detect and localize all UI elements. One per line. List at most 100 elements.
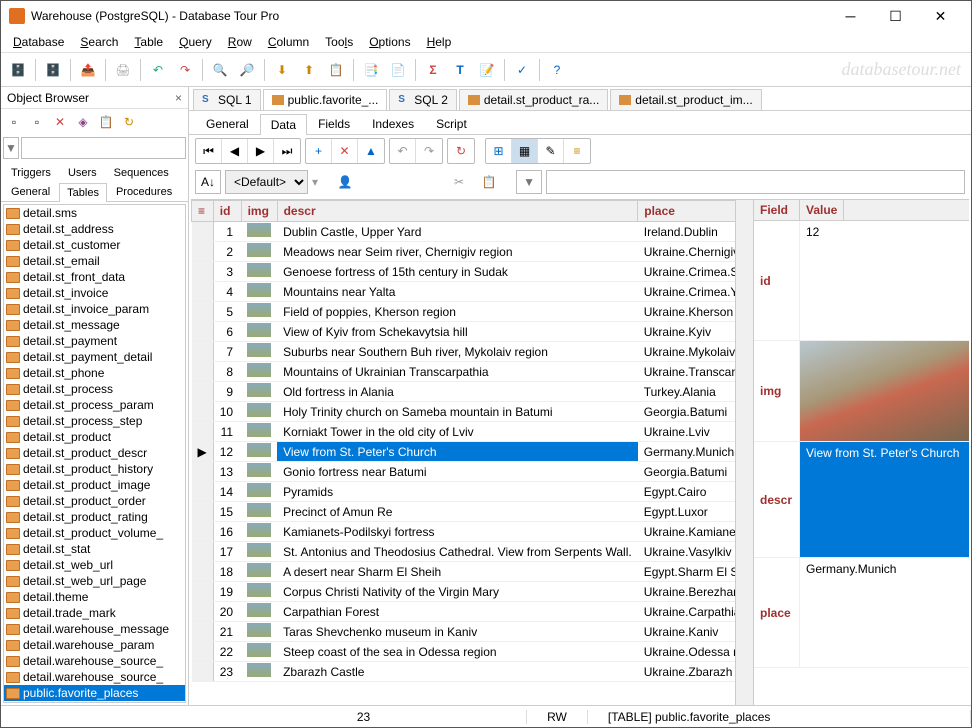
cube-icon[interactable]: ◈ bbox=[72, 111, 94, 133]
menu-query[interactable]: Query bbox=[171, 33, 220, 51]
doc-tab[interactable]: detail.st_product_ra... bbox=[459, 89, 608, 110]
cell-img[interactable] bbox=[241, 342, 277, 362]
cell-id[interactable]: 20 bbox=[213, 602, 241, 622]
cell-id[interactable]: 17 bbox=[213, 542, 241, 562]
object-list-item[interactable]: detail.st_email bbox=[4, 253, 185, 269]
doc-tab[interactable]: SSQL 1 bbox=[193, 89, 261, 110]
cell-img[interactable] bbox=[241, 242, 277, 262]
import-icon[interactable]: ⬇ bbox=[269, 57, 295, 83]
object-list-item[interactable]: detail.st_phone bbox=[4, 365, 185, 381]
page-tab-general[interactable]: General bbox=[195, 113, 260, 134]
cell-descr[interactable]: Kamianets-Podilskyi fortress bbox=[277, 522, 638, 542]
tab-users[interactable]: Users bbox=[60, 163, 105, 182]
check-icon[interactable]: ✓ bbox=[509, 57, 535, 83]
grid-view3-icon[interactable]: ✎ bbox=[538, 139, 564, 163]
print-icon[interactable]: 🖨 bbox=[110, 57, 136, 83]
menu-options[interactable]: Options bbox=[361, 33, 418, 51]
new-object2-icon[interactable]: ▫ bbox=[26, 111, 48, 133]
filter-icon[interactable]: ▼ bbox=[3, 137, 19, 159]
cell-img[interactable] bbox=[241, 262, 277, 282]
doc-tab[interactable]: public.favorite_... bbox=[263, 89, 388, 111]
table-row[interactable]: 8Mountains of Ukrainian TranscarpathiaUk… bbox=[192, 362, 736, 382]
cell-descr[interactable]: Precinct of Amun Re bbox=[277, 502, 638, 522]
cell-place[interactable]: Ukraine.Odessa region bbox=[638, 642, 735, 662]
cell-descr[interactable]: Old fortress in Alania bbox=[277, 382, 638, 402]
cell-descr[interactable]: Pyramids bbox=[277, 482, 638, 502]
object-list-item[interactable]: detail.warehouse_message bbox=[4, 621, 185, 637]
object-list-item[interactable]: detail.warehouse_source_ bbox=[4, 669, 185, 685]
tab-general[interactable]: General bbox=[3, 182, 58, 201]
cell-img[interactable] bbox=[241, 662, 277, 682]
table-row[interactable]: 17 St. Antonius and Theodosius Cathedral.… bbox=[192, 542, 736, 562]
menu-help[interactable]: Help bbox=[419, 33, 460, 51]
cell-descr[interactable]: Mountains of Ukrainian Transcarpathia bbox=[277, 362, 638, 382]
table-row[interactable]: 1Dublin Castle, Upper YardIreland.Dublin bbox=[192, 222, 736, 242]
table-row[interactable]: 6View of Kyiv from Schekavytsia hillUkra… bbox=[192, 322, 736, 342]
copy-object-icon[interactable]: 📋 bbox=[95, 111, 117, 133]
cell-img[interactable] bbox=[241, 482, 277, 502]
object-list-item[interactable]: detail.warehouse_param bbox=[4, 637, 185, 653]
clone-icon[interactable]: 📄 bbox=[385, 57, 411, 83]
cell-place[interactable]: Ukraine.Carpathians bbox=[638, 602, 735, 622]
cell-place[interactable]: Ukraine.Mykolaiv bbox=[638, 342, 735, 362]
col-img[interactable]: img bbox=[241, 201, 277, 222]
cell-id[interactable]: 4 bbox=[213, 282, 241, 302]
object-list-item[interactable]: detail.st_process_param bbox=[4, 397, 185, 413]
cell-id[interactable]: 12 bbox=[213, 442, 241, 462]
copy-icon[interactable]: 📋 bbox=[323, 57, 349, 83]
new-object-icon[interactable]: ▫ bbox=[3, 111, 25, 133]
cell-descr[interactable]: View of Kyiv from Schekavytsia hill bbox=[277, 322, 638, 342]
db-icon[interactable]: 🗄️ bbox=[5, 57, 31, 83]
cell-img[interactable] bbox=[241, 302, 277, 322]
maximize-button[interactable]: ☐ bbox=[873, 1, 918, 31]
cell-img[interactable] bbox=[241, 562, 277, 582]
undo-icon[interactable]: ↶ bbox=[145, 57, 171, 83]
table-row[interactable]: 10Holy Trinity church on Sameba mountain… bbox=[192, 402, 736, 422]
col-place[interactable]: place bbox=[638, 201, 735, 222]
cell-id[interactable]: 2 bbox=[213, 242, 241, 262]
table-row[interactable]: 15Precinct of Amun ReEgypt.Luxor bbox=[192, 502, 736, 522]
paste-icon[interactable]: 📋 bbox=[476, 170, 502, 194]
object-list-item[interactable]: detail.st_process_step bbox=[4, 413, 185, 429]
menu-search[interactable]: Search bbox=[72, 33, 126, 51]
redo-record-icon[interactable]: ↷ bbox=[416, 139, 442, 163]
cell-img[interactable] bbox=[241, 622, 277, 642]
col-id[interactable]: id bbox=[213, 201, 241, 222]
object-list-item[interactable]: detail.st_invoice bbox=[4, 285, 185, 301]
undo-record-icon[interactable]: ↶ bbox=[390, 139, 416, 163]
page-tab-script[interactable]: Script bbox=[425, 113, 478, 134]
object-list-item[interactable]: detail.st_process bbox=[4, 381, 185, 397]
cell-img[interactable] bbox=[241, 362, 277, 382]
filter-combo[interactable] bbox=[546, 170, 965, 194]
close-button[interactable]: ✕ bbox=[918, 1, 963, 31]
edit-record-icon[interactable]: ▲ bbox=[358, 139, 384, 163]
cell-descr[interactable]: Korniakt Tower in the old city of Lviv bbox=[277, 422, 638, 442]
row-indicator-header[interactable]: ≡ bbox=[192, 201, 214, 222]
find-icon[interactable]: 🔍 bbox=[207, 57, 233, 83]
cell-descr[interactable]: St. Antonius and Theodosius Cathedral. V… bbox=[277, 542, 638, 562]
object-list-item[interactable]: detail.st_stat bbox=[4, 541, 185, 557]
cell-id[interactable]: 21 bbox=[213, 622, 241, 642]
object-browser-close-icon[interactable]: × bbox=[175, 91, 182, 105]
doc-tab[interactable]: SSQL 2 bbox=[389, 89, 457, 110]
help-icon[interactable]: ? bbox=[544, 57, 570, 83]
cell-img[interactable] bbox=[241, 582, 277, 602]
cell-img[interactable] bbox=[241, 402, 277, 422]
cell-place[interactable]: Ukraine.Chernigiv bbox=[638, 242, 735, 262]
cell-id[interactable]: 22 bbox=[213, 642, 241, 662]
cut-icon[interactable]: ✂ bbox=[446, 170, 472, 194]
cell-img[interactable] bbox=[241, 642, 277, 662]
menu-row[interactable]: Row bbox=[220, 33, 260, 51]
tab-sequences[interactable]: Sequences bbox=[106, 163, 177, 182]
table-row[interactable]: 3Genoese fortress of 15th century in Sud… bbox=[192, 262, 736, 282]
cell-descr[interactable]: A desert near Sharm El Sheih bbox=[277, 562, 638, 582]
page-tab-fields[interactable]: Fields bbox=[307, 113, 361, 134]
last-record-icon[interactable]: ⏭ bbox=[274, 139, 300, 163]
object-list-item[interactable]: detail.sms bbox=[4, 205, 185, 221]
cell-id[interactable]: 18 bbox=[213, 562, 241, 582]
cell-place[interactable]: Germany.Munich bbox=[638, 442, 735, 462]
cell-id[interactable]: 13 bbox=[213, 462, 241, 482]
cell-descr[interactable]: Gonio fortress near Batumi bbox=[277, 462, 638, 482]
sum-icon[interactable]: Σ bbox=[420, 57, 446, 83]
object-list-item[interactable]: detail.st_web_url_page bbox=[4, 573, 185, 589]
